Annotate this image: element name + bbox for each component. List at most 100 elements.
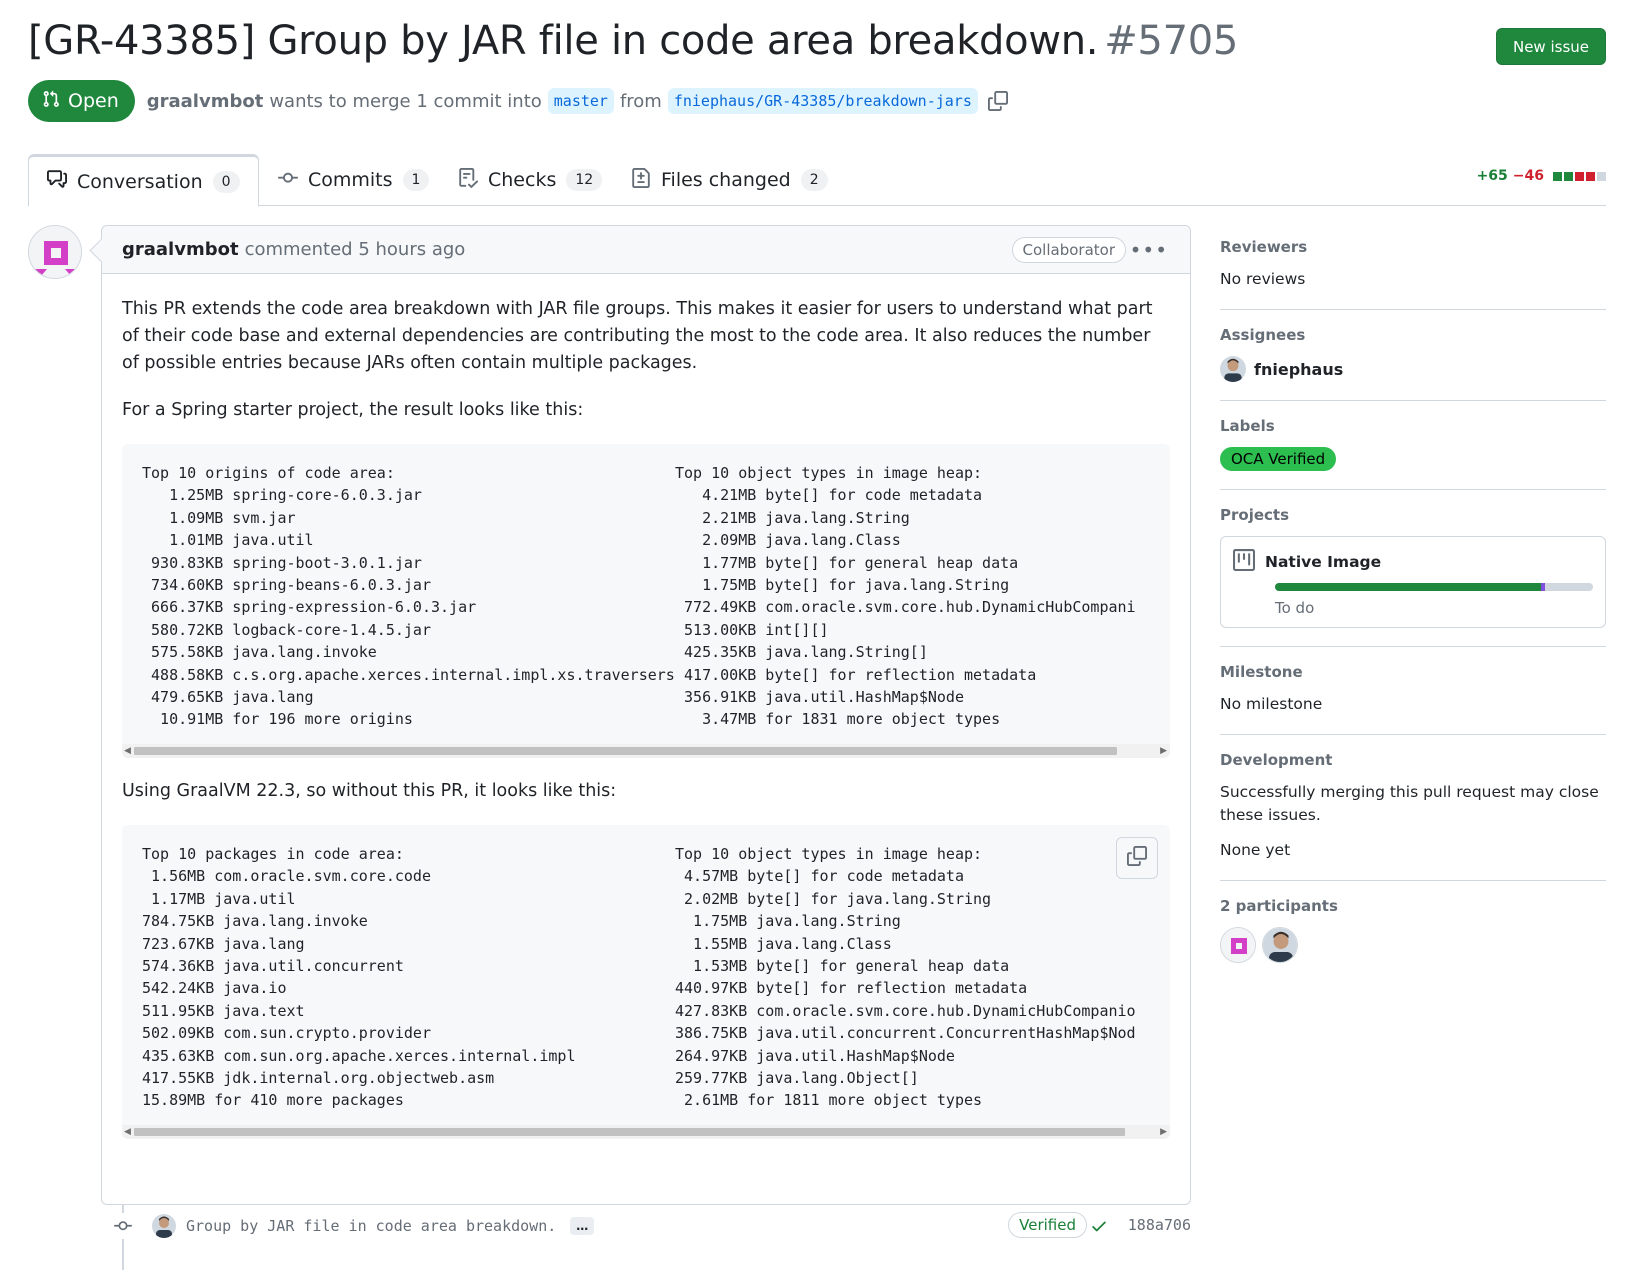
git-pull-request-icon [42,90,60,113]
project-status: To do [1275,599,1315,617]
state-label: Open [68,90,119,112]
development-heading[interactable]: Development [1220,751,1606,769]
pr-meta: Open graalvmbot wants to merge 1 commit … [28,80,1008,122]
tab-commits[interactable]: Commits 1 [260,154,447,206]
development-text: Successfully merging this pull request m… [1220,783,1599,824]
comment-timestamp[interactable]: commented 5 hours ago [245,239,466,260]
scrollbar-thumb[interactable] [134,747,1117,755]
tab-checks[interactable]: Checks 12 [440,154,620,206]
comment-paragraph: Using GraalVM 22.3, so without this PR, … [122,781,617,801]
tab-conversation-count: 0 [212,170,240,193]
base-branch[interactable]: master [547,88,614,114]
avatar[interactable] [152,1214,176,1238]
project-title: Native Image [1233,549,1593,575]
head-branch[interactable]: fniephaus/GR-43385/breakdown-jars [667,88,978,114]
pr-title: [GR-43385] Group by JAR file in code are… [28,18,1099,64]
horizontal-scrollbar[interactable]: ◀ ▶ [122,744,1170,758]
tab-conversation-label: Conversation [77,170,203,193]
milestone-value: No milestone [1220,695,1323,713]
merge-text: wants to merge 1 commit into [269,90,542,112]
avatar[interactable] [28,225,82,279]
from-text: from [619,90,662,112]
project-card[interactable]: Native Image To do [1220,536,1606,628]
kebab-horizontal-icon[interactable]: ••• [1130,238,1168,262]
scroll-left-icon[interactable]: ◀ [124,746,131,756]
reviewers-heading[interactable]: Reviewers [1220,238,1606,256]
diffstat-additions: +65 [1476,168,1508,184]
state-badge: Open [28,80,135,122]
avatar [1220,356,1246,382]
comment-paragraph: For a Spring starter project, the result… [122,400,584,420]
expand-commit-button[interactable]: … [570,1217,595,1235]
commit-row: Group by JAR file in code area breakdown… [110,1209,1191,1243]
tab-checks-label: Checks [488,169,557,191]
sidebar: Reviewers No reviews Assignees fniephaus… [1220,230,1606,981]
tab-checks-count: 12 [566,169,603,191]
code-left: Top 10 packages in code area: 1.56MB com… [142,845,576,1110]
assignee-item[interactable]: fniephaus [1220,356,1606,382]
avatar[interactable] [1262,927,1298,963]
copy-icon[interactable] [987,91,1008,111]
label-badge[interactable]: OCA Verified [1220,447,1337,471]
assignees-heading[interactable]: Assignees [1220,326,1606,344]
project-name: Native Image [1265,553,1382,571]
commit-message[interactable]: Group by JAR file in code area breakdown… [186,1217,556,1235]
comment-discussion-icon [47,169,67,194]
project-progress-bar [1275,583,1593,591]
git-commit-icon [110,1213,136,1239]
pr-number: #5705 [1104,18,1239,64]
pr-author-link[interactable]: graalvmbot [147,91,264,112]
tab-commits-count: 1 [402,169,430,191]
scroll-right-icon[interactable]: ▶ [1160,746,1167,756]
sidebar-participants: 2 participants [1220,881,1606,981]
scroll-right-icon[interactable]: ▶ [1160,1127,1167,1137]
sidebar-assignees: Assignees fniephaus [1220,310,1606,401]
sidebar-milestone: Milestone No milestone [1220,647,1606,735]
diffstat-bar [1553,171,1606,181]
participants-heading: 2 participants [1220,897,1338,915]
tab-conversation[interactable]: Conversation 0 [28,154,259,207]
collaborator-badge: Collaborator [1011,237,1126,263]
pr-tabs: Conversation 0 Commits 1 Checks 12 Files… [28,154,1606,207]
page-title: [GR-43385] Group by JAR file in code are… [28,18,1238,64]
projects-heading[interactable]: Projects [1220,506,1606,524]
project-icon [1233,549,1255,575]
sidebar-reviewers: Reviewers No reviews [1220,230,1606,310]
code-right: Top 10 object types in image heap: 4.57M… [675,845,1136,1110]
scroll-left-icon[interactable]: ◀ [124,1127,131,1137]
diffstat-deletions: −46 [1512,168,1544,184]
development-value: None yet [1220,841,1291,859]
tab-commits-label: Commits [308,169,393,191]
copy-code-button[interactable] [1116,837,1158,879]
comment-paragraph: This PR extends the code area breakdown … [122,299,1153,373]
sidebar-labels: Labels OCA Verified [1220,401,1606,490]
new-issue-button[interactable]: New issue [1496,28,1606,65]
avatar[interactable] [1220,927,1256,963]
pr-description-comment: graalvmbot commented 5 hours ago Collabo… [101,225,1191,1205]
horizontal-scrollbar[interactable]: ◀ ▶ [122,1125,1170,1139]
progress-done [1275,583,1541,591]
code-block: Top 10 origins of code area: 1.25MB spri… [122,444,1170,758]
commit-sha[interactable]: 188a706 [1128,1216,1191,1234]
milestone-heading[interactable]: Milestone [1220,663,1606,681]
sidebar-projects: Projects Native Image To do [1220,490,1606,647]
tab-files-changed-label: Files changed [661,169,791,191]
assignee-name: fniephaus [1254,359,1344,379]
code-block: Top 10 packages in code area: 1.56MB com… [122,825,1170,1139]
code-left: Top 10 origins of code area: 1.25MB spri… [142,464,675,729]
comment-header: graalvmbot commented 5 hours ago Collabo… [102,226,1190,274]
reviewers-value: No reviews [1220,270,1306,288]
comment-author[interactable]: graalvmbot [122,239,239,260]
check-icon[interactable] [1090,1217,1108,1239]
labels-heading[interactable]: Labels [1220,417,1606,435]
git-commit-icon [278,168,298,193]
sidebar-development: Development Successfully merging this pu… [1220,735,1606,881]
diffstat: +65 −46 [1477,168,1606,184]
verified-badge[interactable]: Verified [1008,1212,1087,1238]
scrollbar-thumb[interactable] [134,1128,1125,1136]
comment-body: This PR extends the code area breakdown … [102,296,1190,1139]
file-diff-icon [631,167,651,193]
copy-icon [1127,846,1147,870]
tab-files-changed[interactable]: Files changed 2 [613,154,846,206]
tab-files-changed-count: 2 [800,169,828,191]
